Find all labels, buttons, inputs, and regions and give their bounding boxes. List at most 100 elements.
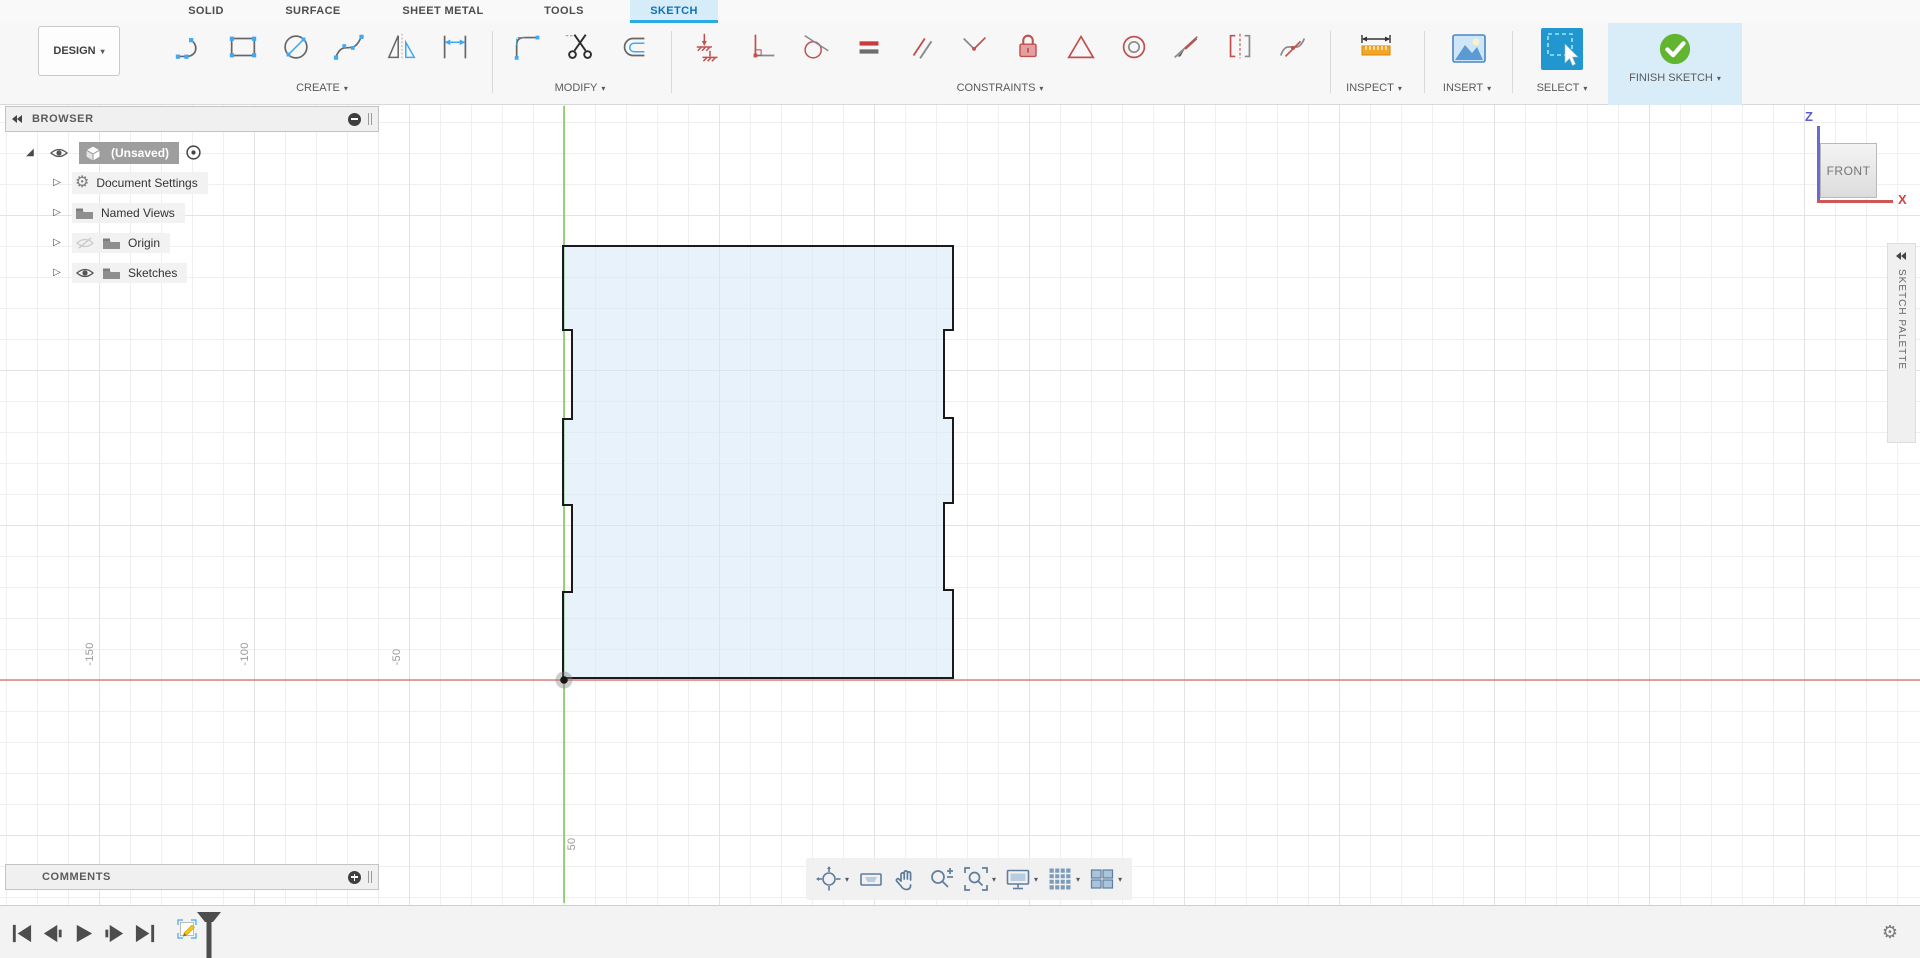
browser-item-sketches[interactable]: ▷ Sketches bbox=[5, 258, 379, 287]
select-tool-button[interactable] bbox=[1540, 27, 1584, 71]
panel-drag-handle[interactable] bbox=[368, 871, 372, 883]
play-button[interactable] bbox=[72, 922, 95, 945]
fillet-tool-button[interactable] bbox=[510, 29, 546, 65]
pan-button[interactable] bbox=[893, 866, 919, 892]
select-section-label[interactable]: SELECT ▾ bbox=[1522, 80, 1602, 96]
modify-section-label[interactable]: MODIFY ▾ bbox=[540, 80, 620, 96]
equal-constraint-button[interactable] bbox=[851, 29, 887, 65]
measure-tool-button[interactable] bbox=[1354, 27, 1398, 71]
dropdown-caret: ▾ bbox=[1039, 83, 1044, 93]
section-divider bbox=[1512, 31, 1513, 93]
expand-arrow-icon[interactable]: ▷ bbox=[50, 237, 64, 248]
visibility-eye-icon[interactable] bbox=[49, 146, 69, 160]
insert-image-button[interactable] bbox=[1447, 27, 1491, 71]
collapse-all-icon[interactable] bbox=[348, 112, 361, 126]
display-settings-icon bbox=[1006, 869, 1030, 890]
spline-tool-button[interactable] bbox=[331, 29, 367, 65]
equal-icon bbox=[859, 41, 879, 54]
tab-sheet-metal[interactable]: SHEET METAL bbox=[398, 0, 488, 23]
timeline-position-marker[interactable] bbox=[196, 911, 222, 958]
browser-item-named-views[interactable]: ▷ Named Views bbox=[5, 198, 379, 227]
dropdown-caret: ▾ bbox=[100, 46, 105, 56]
viewcube-front-face[interactable]: FRONT bbox=[1820, 143, 1877, 198]
insert-section-label[interactable]: INSERT ▾ bbox=[1427, 80, 1507, 96]
constraints-section-label[interactable]: CONSTRAINTS ▾ bbox=[948, 80, 1052, 96]
tab-solid[interactable]: SOLID bbox=[181, 0, 231, 23]
view-cube[interactable]: FRONT Z X bbox=[1800, 108, 1918, 214]
inspect-section-label[interactable]: INSPECT ▾ bbox=[1334, 80, 1414, 96]
trim-tool-button[interactable] bbox=[563, 29, 599, 65]
step-back-button[interactable] bbox=[41, 922, 64, 945]
fusion-app-window: -150 -100 -50 50 FRONT Z X SKETCH PALETT… bbox=[0, 0, 1920, 958]
expand-arrow-icon[interactable]: ▷ bbox=[50, 177, 64, 188]
tangent-constraint-button[interactable] bbox=[798, 29, 834, 65]
visibility-eye-icon[interactable] bbox=[75, 266, 95, 280]
go-to-start-button[interactable] bbox=[10, 922, 33, 945]
collinear-icon bbox=[1174, 35, 1198, 59]
component-cube-icon bbox=[84, 144, 102, 162]
create-section-label[interactable]: CREATE ▾ bbox=[282, 80, 362, 96]
tab-tools[interactable]: TOOLS bbox=[541, 0, 587, 23]
grid-icon bbox=[1049, 868, 1071, 890]
symmetry-constraint-button[interactable] bbox=[1222, 29, 1258, 65]
comments-panel-header[interactable]: COMMENTS bbox=[5, 864, 379, 890]
workspace-switcher-button[interactable]: DESIGN ▾ bbox=[38, 26, 120, 76]
line-tool-button[interactable] bbox=[172, 29, 208, 65]
sketch-palette-tab[interactable]: SKETCH PALETTE bbox=[1887, 243, 1916, 443]
sketch-dimension-tool-button[interactable] bbox=[437, 29, 473, 65]
grid-settings-button[interactable]: ▾ bbox=[1047, 866, 1080, 892]
add-comment-icon[interactable] bbox=[348, 870, 361, 884]
collinear-constraint-button[interactable] bbox=[1169, 29, 1205, 65]
mirror-tool-button[interactable] bbox=[384, 29, 420, 65]
preferences-gear-icon[interactable]: ⚙ bbox=[1882, 922, 1898, 943]
circle-tool-button[interactable] bbox=[278, 29, 314, 65]
browser-item-label: Named Views bbox=[101, 205, 175, 220]
curvature-constraint-button[interactable] bbox=[1275, 29, 1311, 65]
activate-component-icon[interactable] bbox=[185, 144, 202, 161]
look-at-button[interactable] bbox=[858, 866, 884, 892]
go-to-end-button[interactable] bbox=[134, 922, 157, 945]
parallel-constraint-button[interactable] bbox=[904, 29, 940, 65]
trim-scissors-icon bbox=[565, 34, 592, 59]
parallel-icon bbox=[912, 37, 933, 59]
zoom-button[interactable] bbox=[928, 866, 954, 892]
finish-sketch-label-row[interactable]: FINISH SKETCH ▾ bbox=[1629, 70, 1721, 86]
expand-arrow-icon[interactable]: ▷ bbox=[50, 267, 64, 278]
finish-sketch-label: FINISH SKETCH bbox=[1629, 72, 1713, 84]
display-settings-button[interactable]: ▾ bbox=[1005, 866, 1038, 892]
select-icon bbox=[1541, 28, 1583, 70]
browser-item-label: Origin bbox=[128, 235, 161, 250]
browser-item-origin[interactable]: ▷ Origin bbox=[5, 228, 379, 257]
fix-constraint-button[interactable] bbox=[1010, 29, 1046, 65]
document-root-item[interactable]: (Unsaved) bbox=[79, 141, 180, 164]
collapse-panel-icon[interactable] bbox=[12, 114, 24, 124]
folder-icon bbox=[76, 208, 93, 219]
expand-panel-icon[interactable] bbox=[1895, 251, 1908, 261]
visibility-eye-off-icon[interactable] bbox=[75, 236, 95, 250]
tangent-icon bbox=[804, 35, 829, 59]
toolbar-ribbon: SOLID SURFACE SHEET METAL TOOLS SKETCH D… bbox=[0, 0, 1920, 105]
fit-button[interactable]: ▾ bbox=[963, 866, 996, 892]
panel-drag-handle[interactable] bbox=[368, 113, 372, 125]
concentric-constraint-button[interactable] bbox=[1116, 29, 1152, 65]
tab-sketch[interactable]: SKETCH bbox=[630, 0, 718, 23]
finish-sketch-zone: FINISH SKETCH ▾ bbox=[1608, 23, 1742, 105]
viewports-button[interactable]: ▾ bbox=[1089, 866, 1122, 892]
browser-item-document-settings[interactable]: ▷ ⚙ Document Settings bbox=[5, 168, 379, 197]
ribbon: DESIGN ▾ FINISH SKETCH ▾ CREATE ▾ MODIFY… bbox=[0, 23, 1920, 105]
orbit-button[interactable]: ▾ bbox=[816, 866, 849, 892]
browser-root-row[interactable]: ◢ (Unsaved) bbox=[5, 138, 379, 167]
rectangle-tool-button[interactable] bbox=[225, 29, 261, 65]
finish-sketch-button[interactable] bbox=[1658, 32, 1692, 66]
offset-tool-button[interactable] bbox=[616, 29, 652, 65]
step-forward-button[interactable] bbox=[103, 922, 126, 945]
perpendicular-constraint-button[interactable] bbox=[745, 29, 781, 65]
coincident-constraint-button[interactable] bbox=[957, 29, 993, 65]
expand-arrow-icon[interactable]: ▷ bbox=[50, 207, 64, 218]
midpoint-constraint-button[interactable] bbox=[1063, 29, 1099, 65]
tab-surface[interactable]: SURFACE bbox=[283, 0, 343, 23]
expand-arrow-icon[interactable]: ◢ bbox=[23, 147, 37, 158]
browser-tree: ◢ (Unsaved) ▷ ⚙ Document Settings ▷ Name… bbox=[5, 138, 379, 288]
horizontal-vertical-constraint-button[interactable] bbox=[692, 29, 728, 65]
dropdown-caret: ▾ bbox=[845, 874, 850, 884]
